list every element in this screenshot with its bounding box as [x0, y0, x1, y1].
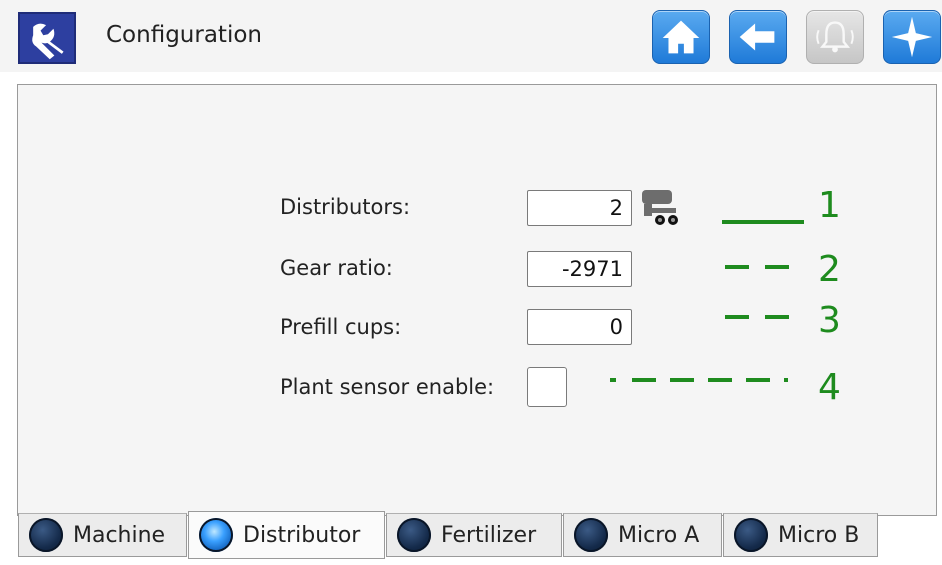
alarm-button[interactable] — [806, 10, 864, 64]
legend-dot-4 — [610, 378, 616, 382]
tab-label: Fertilizer — [441, 522, 537, 548]
status-led-icon — [574, 518, 608, 552]
plant-sensor-label: Plant sensor enable: — [280, 375, 495, 399]
tab-micro-a[interactable]: Micro A — [563, 513, 722, 557]
navigation-button[interactable] — [883, 10, 941, 64]
legend-line-dashed-3 — [725, 315, 791, 319]
tab-distributor[interactable]: Distributor — [188, 511, 385, 559]
config-panel — [17, 84, 937, 516]
page-title: Configuration — [106, 22, 262, 48]
status-led-icon — [29, 518, 63, 552]
legend-number-1: 1 — [818, 185, 841, 226]
home-icon — [662, 20, 700, 54]
tab-micro-b[interactable]: Micro B — [723, 513, 878, 557]
header-bar: Configuration — [0, 0, 942, 72]
compass-star-icon — [891, 16, 933, 58]
tab-machine[interactable]: Machine — [18, 513, 187, 557]
status-led-icon — [734, 518, 768, 552]
legend-line-dashdot-4 — [632, 378, 788, 382]
distributors-field[interactable]: 2 — [527, 190, 632, 226]
legend-line-dashed-2 — [725, 265, 791, 269]
tab-label: Distributor — [243, 522, 361, 548]
planter-machine-icon — [640, 186, 682, 228]
tab-label: Micro A — [618, 522, 700, 548]
legend-number-2: 2 — [818, 249, 841, 290]
legend-number-4: 4 — [818, 367, 841, 408]
back-button[interactable] — [729, 10, 787, 64]
tab-fertilizer[interactable]: Fertilizer — [386, 513, 562, 557]
tab-label: Machine — [73, 522, 166, 548]
legend-line-solid — [722, 220, 804, 224]
home-button[interactable] — [652, 10, 710, 64]
prefill-cups-field[interactable]: 0 — [527, 309, 632, 345]
prefill-cups-label: Prefill cups: — [280, 315, 402, 339]
gear-ratio-label: Gear ratio: — [280, 256, 393, 280]
tab-label: Micro B — [778, 522, 860, 548]
gear-ratio-field[interactable]: -2971 — [527, 251, 632, 287]
status-led-icon — [199, 518, 233, 552]
bell-icon — [816, 21, 854, 53]
wrench-icon — [18, 12, 76, 64]
plant-sensor-checkbox[interactable] — [527, 367, 567, 407]
legend-number-3: 3 — [818, 300, 841, 341]
back-arrow-icon — [739, 23, 775, 51]
distributors-label: Distributors: — [280, 195, 411, 219]
status-led-icon — [397, 518, 431, 552]
